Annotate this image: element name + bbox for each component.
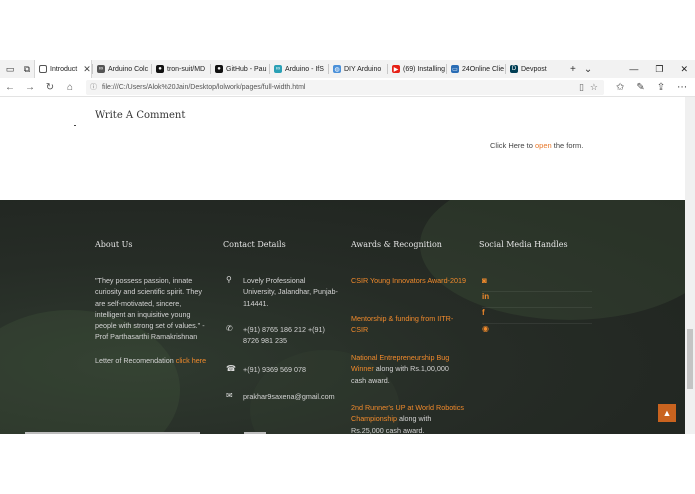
- award-link[interactable]: Mentorship & funding from IITR-CSIR: [351, 314, 453, 334]
- lor-text: Letter of Recomendation: [95, 355, 176, 365]
- browser-tab[interactable]: ∞ Arduino - IfS: [270, 60, 328, 78]
- browser-tab[interactable]: ▶ (69) Installing: [388, 60, 446, 78]
- envelope-icon: ✉: [226, 391, 233, 400]
- tab-bar: ▭ ⧉ Introduct ✕ ∞ Arduino Colc ● tron-suit/MD…: [0, 60, 695, 78]
- fax-text: +(91) 9369 569 078: [243, 365, 306, 374]
- site-footer: About Us "They possess passion, innate c…: [0, 200, 685, 434]
- about-column: "They possess passion, innate curiosity …: [95, 275, 210, 366]
- github-icon[interactable]: ◉: [482, 324, 592, 340]
- comment-heading: Write A Comment: [95, 110, 186, 121]
- award-item: 2nd Runner's UP at World Robotics Champi…: [351, 402, 466, 434]
- tab-label: Devpost: [521, 65, 547, 73]
- address-bar: ← → ↻ ⌂ ⓘ file:///C:/Users/Alok%20Jain/D…: [0, 78, 695, 97]
- devpost-favicon-icon: D: [510, 65, 518, 73]
- tab-label: 24Online Clie: [462, 65, 505, 73]
- contact-phone: ✆ +(91) 8765 186 212 +(91) 8726 981 235: [226, 324, 325, 347]
- linkedin-icon[interactable]: in: [482, 292, 592, 308]
- close-tab-icon[interactable]: ✕: [83, 64, 91, 75]
- browser-tab[interactable]: D Devpost: [506, 60, 564, 78]
- horizontal-scrollbar[interactable]: [25, 432, 200, 434]
- more-menu-icon[interactable]: ⋯: [677, 82, 687, 93]
- phone-icon: ✆: [226, 324, 233, 333]
- browser-tab[interactable]: ● GitHub - Pau: [211, 60, 269, 78]
- award-link[interactable]: CSIR Young Innovators Award-2019: [351, 276, 466, 285]
- youtube-favicon-icon: ▶: [392, 65, 400, 73]
- browser-tab[interactable]: ◍ DIY Arduino: [329, 60, 387, 78]
- reading-view-icon[interactable]: ▯: [579, 82, 584, 93]
- browser-tab[interactable]: ▭ 24Online Clie: [447, 60, 505, 78]
- tab-label: DIY Arduino: [344, 65, 382, 73]
- award-item: Mentorship & funding from IITR-CSIR: [351, 313, 466, 336]
- browser-tab[interactable]: ● tron-suit/MD: [152, 60, 210, 78]
- github-favicon-icon: ●: [156, 65, 164, 73]
- award-item: CSIR Young Innovators Award-2019: [351, 275, 466, 286]
- open-form-prefix: Click Here to: [490, 141, 536, 150]
- window-controls: — ❐ ✕: [629, 64, 695, 75]
- award-item: National Entrepreneurship Bug Winner alo…: [351, 352, 466, 386]
- stray-dot: [74, 125, 76, 126]
- facebook-icon[interactable]: f: [482, 308, 592, 324]
- tab-preview-icon[interactable]: ▭: [3, 62, 17, 76]
- home-button[interactable]: ⌂: [60, 82, 80, 93]
- tab-actions: + ⌄: [570, 64, 592, 75]
- social-heading: Social Media Handles: [479, 240, 568, 249]
- arduino-favicon-icon: ∞: [274, 65, 282, 73]
- arduino-favicon-icon: ∞: [97, 65, 105, 73]
- lor-line: Letter of Recomendation click here: [95, 355, 210, 366]
- new-tab-button[interactable]: +: [570, 64, 576, 75]
- forward-button[interactable]: →: [20, 82, 40, 93]
- tab-label: GitHub - Pau: [226, 65, 267, 73]
- favorite-star-icon[interactable]: ☆: [590, 82, 598, 93]
- tab-label: Arduino - IfS: [285, 65, 324, 73]
- url-field[interactable]: ⓘ file:///C:/Users/Alok%20Jain/Desktop/l…: [86, 79, 604, 95]
- scroll-to-top-button[interactable]: ▲: [658, 404, 676, 422]
- map-marker-icon: ⚲: [226, 275, 232, 284]
- scrollbar-thumb[interactable]: [687, 329, 693, 389]
- browser-window: ▭ ⧉ Introduct ✕ ∞ Arduino Colc ● tron-suit/MD…: [0, 0, 695, 494]
- github-favicon-icon: ●: [215, 65, 223, 73]
- contact-heading: Contact Details: [223, 240, 286, 249]
- address-text: Lovely Professional University, Jalandha…: [243, 276, 338, 308]
- favorites-hub-icon[interactable]: ✩: [616, 82, 624, 93]
- phone-text: +(91) 8765 186 212 +(91) 8726 981 235: [243, 325, 325, 346]
- globe-favicon-icon: ◍: [333, 65, 341, 73]
- page-favicon-icon: ▭: [451, 65, 459, 73]
- maximize-button[interactable]: ❐: [655, 64, 663, 75]
- back-button[interactable]: ←: [0, 82, 20, 93]
- tab-label: Introduct: [50, 65, 78, 73]
- minimize-button[interactable]: —: [629, 64, 638, 75]
- open-form-text: Click Here to open the form.: [490, 141, 583, 150]
- web-page: Write A Comment Click Here to open the f…: [0, 97, 685, 434]
- share-icon[interactable]: ⇪: [657, 82, 665, 93]
- tab-list-chevron-icon[interactable]: ⌄: [584, 64, 592, 75]
- open-form-link[interactable]: open: [535, 141, 552, 150]
- fax-icon: ☎: [226, 364, 236, 373]
- page-favicon-icon: [39, 65, 47, 73]
- about-heading: About Us: [95, 240, 133, 249]
- web-note-icon[interactable]: ✎: [636, 82, 644, 93]
- awards-heading: Awards & Recognition: [351, 240, 442, 249]
- open-form-suffix: the form.: [551, 141, 584, 150]
- close-window-button[interactable]: ✕: [680, 64, 688, 75]
- contact-email: ✉ prakhar9saxena@gmail.com: [226, 391, 338, 402]
- about-quote: "They possess passion, innate curiosity …: [95, 276, 205, 342]
- site-info-icon[interactable]: ⓘ: [90, 82, 97, 92]
- vertical-scrollbar[interactable]: [685, 97, 695, 434]
- contact-fax: ☎ +(91) 9369 569 078: [226, 364, 338, 375]
- browser-tab[interactable]: Introduct ✕: [34, 60, 92, 78]
- lor-link[interactable]: click here: [176, 356, 206, 365]
- refresh-button[interactable]: ↻: [40, 82, 60, 93]
- contact-address: ⚲ Lovely Professional University, Jaland…: [226, 275, 338, 309]
- tab-label: tron-suit/MD: [167, 65, 206, 73]
- browser-tab[interactable]: ∞ Arduino Colc: [93, 60, 151, 78]
- url-text[interactable]: file:///C:/Users/Alok%20Jain/Desktop/lol…: [102, 84, 305, 91]
- tab-label: Arduino Colc: [108, 65, 149, 73]
- set-aside-tabs-icon[interactable]: ⧉: [20, 62, 34, 76]
- tab-label: (69) Installing: [403, 65, 446, 73]
- instagram-icon[interactable]: ◙: [482, 276, 592, 292]
- email-text[interactable]: prakhar9saxena@gmail.com: [243, 391, 338, 402]
- tabs: Introduct ✕ ∞ Arduino Colc ● tron-suit/MD ● Git…: [34, 60, 564, 78]
- browser-toolbar: ✩ ✎ ⇪ ⋯: [616, 82, 687, 93]
- horizontal-scrollbar-segment[interactable]: [244, 432, 266, 434]
